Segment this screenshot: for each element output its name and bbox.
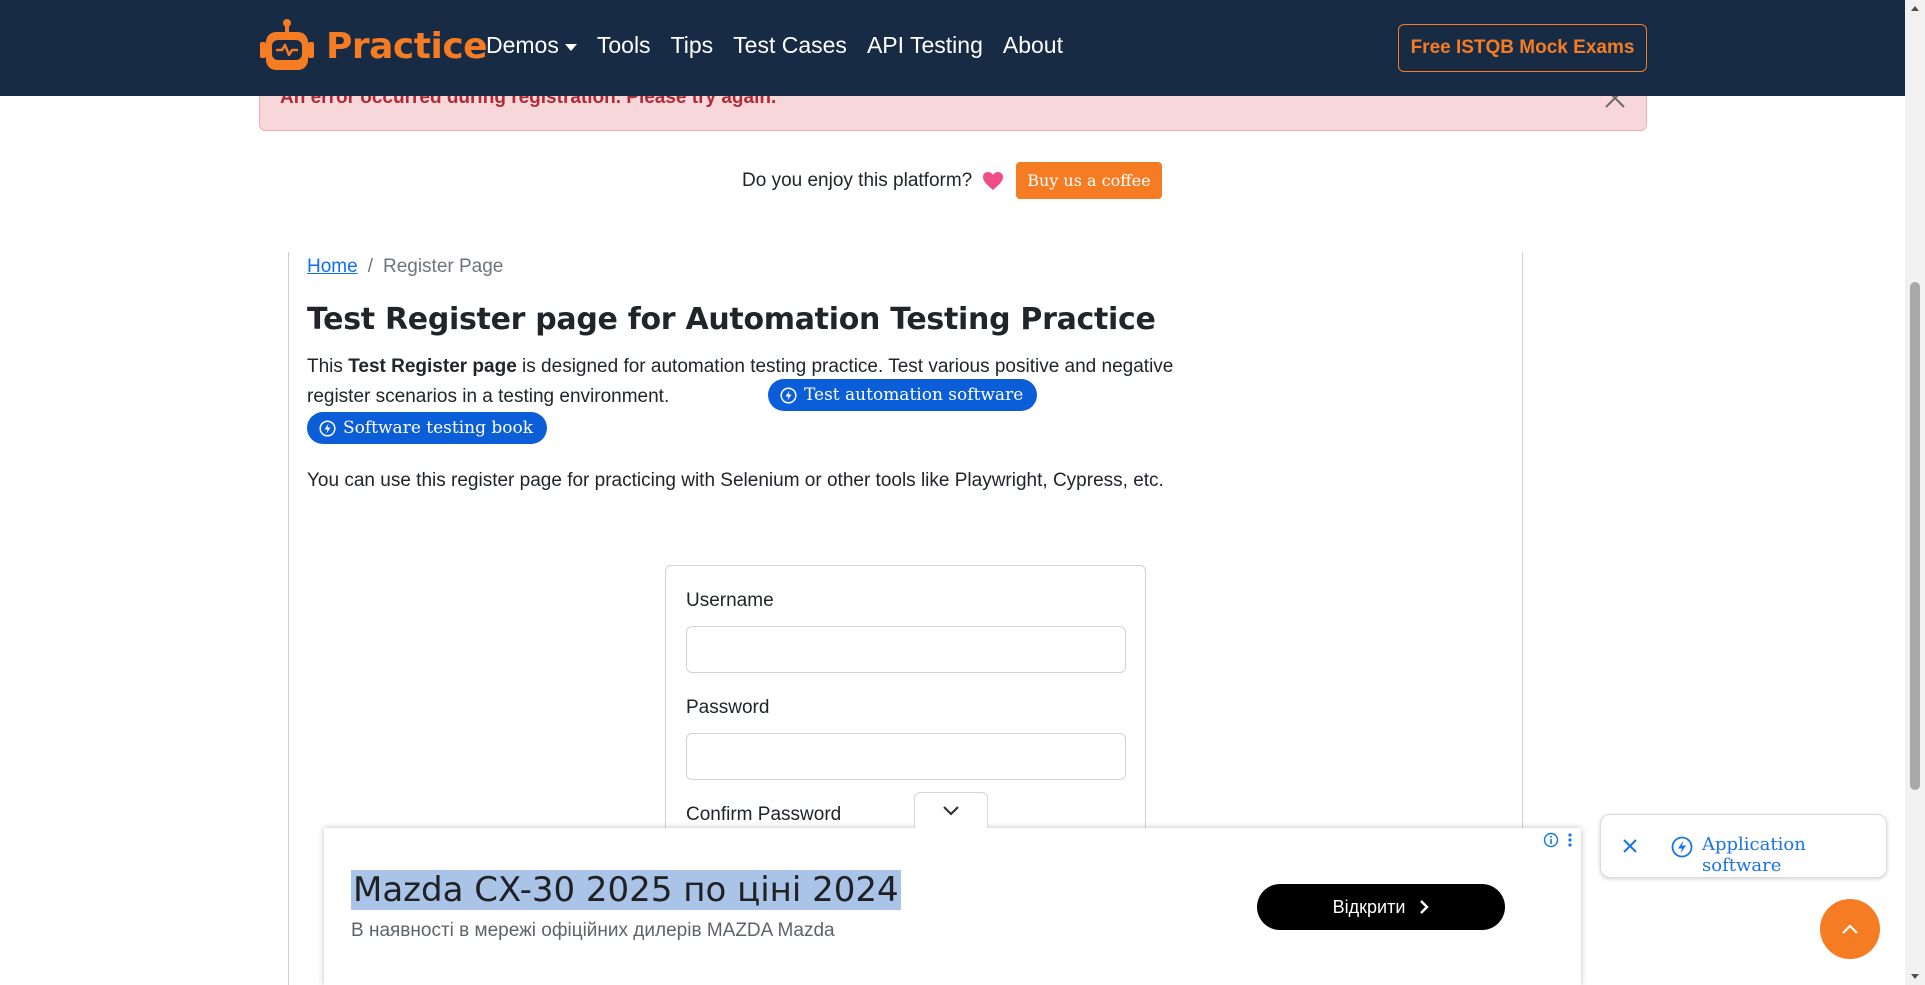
ad-subtitle: В наявності в мережі офіційних дилерів M… [351,920,835,941]
nav-about-label: About [1002,32,1063,58]
pill-label: Software testing book [343,418,534,438]
page-scrollbar[interactable] [1905,0,1925,985]
nav-api-testing[interactable]: API Testing [867,32,983,59]
buy-coffee-button[interactable]: Buy us a coffee [1016,162,1162,199]
coffee-question: Do you enjoy this platform? [742,169,973,191]
username-input[interactable] [686,626,1126,673]
pill-label: Test automation software [804,385,1024,405]
chevron-down-icon [943,805,959,816]
tools-paragraph: You can use this register page for pract… [307,470,1164,491]
chevron-right-icon [1420,900,1430,914]
username-label: Username [686,590,774,611]
chevron-up-icon [1842,924,1858,934]
ad-open-label: Відкрити [1332,896,1406,917]
bolt-icon [1671,836,1693,858]
nav-tools[interactable]: Tools [597,32,651,59]
nav-tips[interactable]: Tips [671,32,714,59]
page-title: Test Register page for Automation Testin… [307,302,1156,337]
bolt-icon [780,386,797,404]
coffee-banner: Do you enjoy this platform? Buy us a cof… [742,162,1162,199]
breadcrumb-home-link[interactable]: Home [307,256,358,278]
brand-name: Practice [326,25,488,67]
istqb-mock-exams-button[interactable]: Free ISTQB Mock Exams [1398,24,1647,72]
nav-api-testing-label: API Testing [866,32,983,58]
scroll-down-arrow-icon[interactable] [1911,974,1919,979]
brand[interactable]: Practice [258,18,488,74]
ad-open-button[interactable]: Відкрити [1257,884,1505,930]
ad-banner[interactable]: Mazda CX-30 2025 по ціні 2024 В наявност… [324,828,1581,985]
nav-test-cases[interactable]: Test Cases [733,32,847,59]
nav-about[interactable]: About [1003,32,1063,59]
robot-logo-icon [260,19,314,70]
password-input[interactable] [686,733,1126,780]
bolt-icon [319,419,336,437]
confirm-password-label: Confirm Password [686,804,842,825]
caret-down-icon [564,43,577,51]
test-automation-software-pill[interactable]: Test automation software [768,379,1038,411]
breadcrumb-separator: / [367,256,373,277]
breadcrumb-current: Register Page [382,256,504,277]
application-software-widget[interactable]: Application software [1600,814,1887,878]
scroll-thumb[interactable] [1910,282,1920,790]
close-icon[interactable] [1619,835,1641,857]
ad-title[interactable]: Mazda CX-30 2025 по ціні 2024 [351,870,901,910]
more-options-icon[interactable] [1567,832,1573,848]
nav-tips-label: Tips [670,32,714,58]
nav-tools-label: Tools [596,32,651,58]
breadcrumb: Home / Register Page [307,256,503,278]
intro-bold: Test Register page [348,356,517,377]
intro-paragraph: This Test Register page is designed for … [307,352,1187,412]
intro-prefix: This [307,356,349,377]
main-nav: Demos Tools Tips Test Cases API Testing … [486,32,1063,59]
info-icon[interactable] [1543,832,1559,848]
application-software-label: Application software [1702,834,1806,876]
heart-icon [983,171,1004,190]
software-testing-book-pill[interactable]: Software testing book [307,412,548,444]
nav-demos[interactable]: Demos [486,32,577,59]
navbar: Practice Demos Tools Tips Test Cases API… [0,0,1905,96]
scroll-up-arrow-icon[interactable] [1911,6,1919,11]
ad-collapse-button[interactable] [914,792,988,828]
nav-demos-label: Demos [486,32,559,58]
nav-test-cases-label: Test Cases [733,32,847,58]
password-label: Password [686,697,770,718]
scroll-to-top-button[interactable] [1820,899,1880,959]
